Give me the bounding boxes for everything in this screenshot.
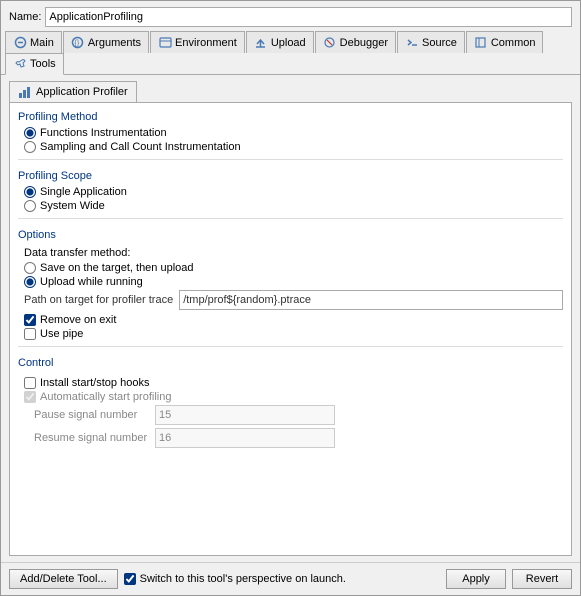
source-icon — [405, 36, 419, 50]
profiling-scope-group: Single Application System Wide — [24, 186, 563, 212]
tab-tools[interactable]: Tools — [5, 53, 64, 75]
path-label: Path on target for profiler trace — [24, 294, 173, 306]
options-label: Options — [18, 229, 563, 241]
radio-functions-input[interactable] — [24, 127, 36, 139]
profiling-scope-label: Profiling Scope — [18, 170, 563, 182]
arguments-icon: {} — [71, 36, 85, 50]
tab-upload[interactable]: Upload — [246, 31, 314, 53]
tab-source-label: Source — [422, 37, 457, 49]
resume-signal-input — [155, 428, 335, 448]
environment-icon — [158, 36, 172, 50]
auto-start-item: Automatically start profiling — [24, 391, 563, 403]
tab-arguments[interactable]: {} Arguments — [63, 31, 149, 53]
tab-environment[interactable]: Environment — [150, 31, 245, 53]
control-section: Install start/stop hooks Automatically s… — [18, 377, 563, 451]
inner-tab-label: Application Profiler — [36, 86, 128, 98]
path-row: Path on target for profiler trace — [24, 290, 563, 310]
tab-arguments-label: Arguments — [88, 37, 141, 49]
svg-text:{}: {} — [75, 40, 80, 47]
remove-on-exit-label: Remove on exit — [40, 314, 116, 326]
switch-perspective-checkbox[interactable] — [124, 573, 136, 585]
options-section: Data transfer method: Save on the target… — [18, 247, 563, 342]
footer-left: Add/Delete Tool... Switch to this tool's… — [9, 569, 346, 589]
profiling-method-group: Functions Instrumentation Sampling and C… — [24, 127, 563, 153]
remove-on-exit-checkbox[interactable] — [24, 314, 36, 326]
install-hooks-item[interactable]: Install start/stop hooks — [24, 377, 563, 389]
name-row: Name: — [1, 1, 580, 31]
radio-single-label: Single Application — [40, 186, 127, 198]
tabs-bar: Main {} Arguments Environment Upload Deb… — [1, 31, 580, 75]
name-input[interactable] — [45, 7, 572, 27]
name-label: Name: — [9, 11, 41, 23]
main-content: Application Profiler Profiling Method Fu… — [1, 75, 580, 562]
tab-common[interactable]: Common — [466, 31, 544, 53]
use-pipe-label: Use pipe — [40, 328, 83, 340]
path-input[interactable] — [179, 290, 563, 310]
data-transfer-label: Data transfer method: — [24, 247, 563, 259]
tab-tools-label: Tools — [30, 58, 56, 70]
profiling-method-label: Profiling Method — [18, 111, 563, 123]
footer: Add/Delete Tool... Switch to this tool's… — [1, 562, 580, 595]
radio-system-label: System Wide — [40, 200, 105, 212]
install-hooks-label: Install start/stop hooks — [40, 377, 149, 389]
profiler-panel: Profiling Method Functions Instrumentati… — [9, 102, 572, 556]
use-pipe-checkbox[interactable] — [24, 328, 36, 340]
revert-button[interactable]: Revert — [512, 569, 572, 589]
remove-on-exit-item[interactable]: Remove on exit — [24, 314, 563, 326]
debugger-icon — [323, 36, 337, 50]
tab-debugger[interactable]: Debugger — [315, 31, 396, 53]
tab-common-label: Common — [491, 37, 536, 49]
switch-perspective-label: Switch to this tool's perspective on lau… — [140, 573, 346, 585]
main-icon — [13, 36, 27, 50]
radio-sampling-input[interactable] — [24, 141, 36, 153]
resume-signal-label: Resume signal number — [34, 432, 149, 444]
add-delete-button[interactable]: Add/Delete Tool... — [9, 569, 118, 589]
dialog: Name: Main {} Arguments Environment — [0, 0, 581, 596]
radio-save-upload[interactable]: Save on the target, then upload — [24, 262, 563, 274]
radio-single-input[interactable] — [24, 186, 36, 198]
apply-button[interactable]: Apply — [446, 569, 506, 589]
tab-main-label: Main — [30, 37, 54, 49]
radio-system-input[interactable] — [24, 200, 36, 212]
radio-save-upload-input[interactable] — [24, 262, 36, 274]
radio-sampling[interactable]: Sampling and Call Count Instrumentation — [24, 141, 563, 153]
tab-main[interactable]: Main — [5, 31, 62, 53]
footer-right: Apply Revert — [446, 569, 572, 589]
tab-upload-label: Upload — [271, 37, 306, 49]
upload-icon — [254, 36, 268, 50]
auto-start-label: Automatically start profiling — [40, 391, 171, 403]
profiler-icon — [18, 85, 32, 99]
tab-source[interactable]: Source — [397, 31, 465, 53]
inner-tab-profiler[interactable]: Application Profiler — [9, 81, 137, 102]
resume-signal-row: Resume signal number — [34, 428, 563, 448]
tools-icon — [13, 57, 27, 71]
control-label: Control — [18, 357, 563, 369]
inner-tab-bar: Application Profiler — [9, 81, 572, 102]
radio-upload-running-label: Upload while running — [40, 276, 143, 288]
switch-perspective-item[interactable]: Switch to this tool's perspective on lau… — [124, 573, 346, 585]
use-pipe-item[interactable]: Use pipe — [24, 328, 563, 340]
pause-signal-label: Pause signal number — [34, 409, 149, 421]
radio-functions-label: Functions Instrumentation — [40, 127, 167, 139]
radio-upload-running-input[interactable] — [24, 276, 36, 288]
pause-signal-input — [155, 405, 335, 425]
tab-debugger-label: Debugger — [340, 37, 388, 49]
tab-environment-label: Environment — [175, 37, 237, 49]
common-icon — [474, 36, 488, 50]
radio-single[interactable]: Single Application — [24, 186, 563, 198]
install-hooks-checkbox[interactable] — [24, 377, 36, 389]
auto-start-checkbox — [24, 391, 36, 403]
radio-functions[interactable]: Functions Instrumentation — [24, 127, 563, 139]
radio-sampling-label: Sampling and Call Count Instrumentation — [40, 141, 241, 153]
transfer-group: Save on the target, then upload Upload w… — [24, 262, 563, 288]
radio-save-upload-label: Save on the target, then upload — [40, 262, 194, 274]
radio-system[interactable]: System Wide — [24, 200, 563, 212]
radio-upload-running[interactable]: Upload while running — [24, 276, 563, 288]
pause-signal-row: Pause signal number — [34, 405, 563, 425]
